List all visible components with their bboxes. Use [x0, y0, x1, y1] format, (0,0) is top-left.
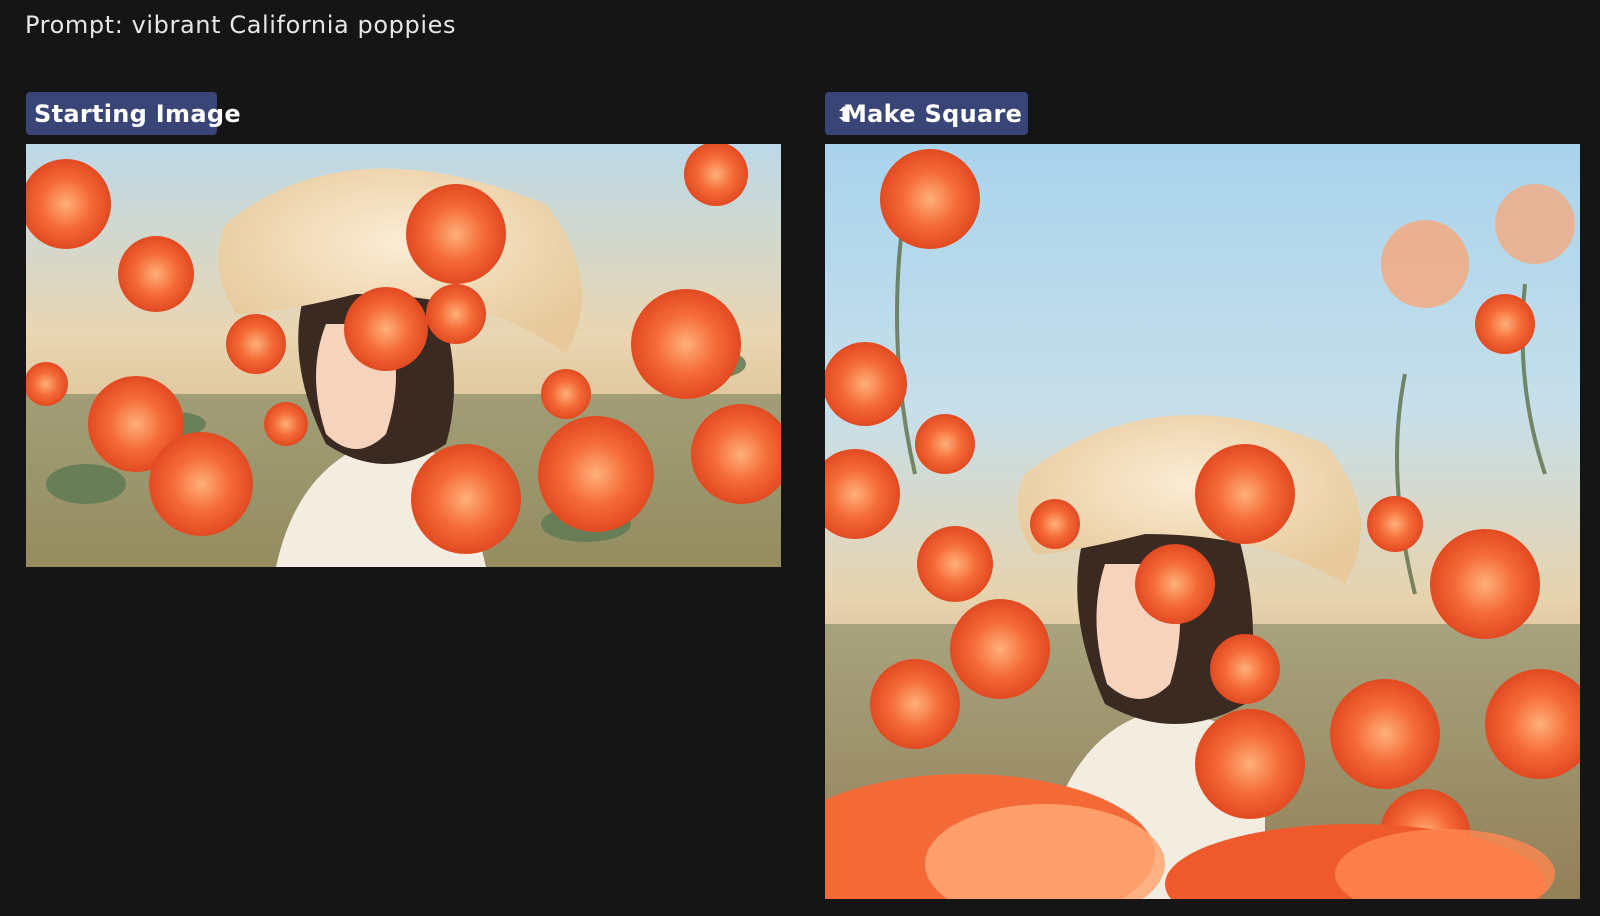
make-square-label: Make Square [843, 99, 1023, 128]
make-square-badge: Make Square [825, 92, 1028, 135]
page: Prompt: vibrant California poppies Start… [0, 0, 1600, 916]
starting-image-label: Starting Image [34, 99, 241, 128]
starting-image [26, 144, 781, 567]
starting-image-badge: Starting Image [26, 92, 241, 135]
prompt-text: Prompt: vibrant California poppies [25, 11, 457, 39]
make-square-image [825, 144, 1580, 899]
